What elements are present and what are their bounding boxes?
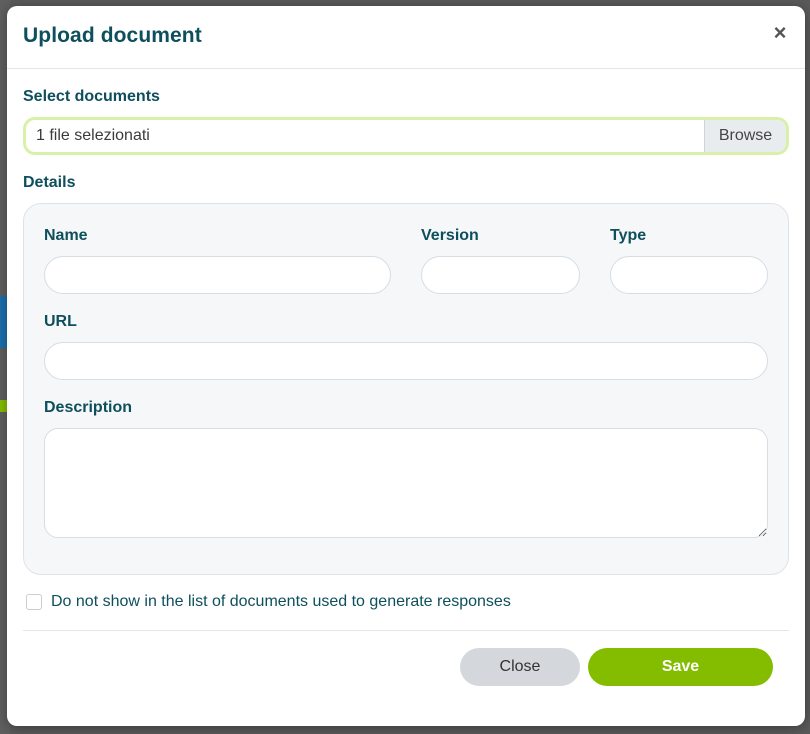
- version-input[interactable]: [421, 256, 580, 294]
- browse-button[interactable]: Browse: [704, 120, 786, 152]
- name-label: Name: [44, 227, 88, 244]
- url-input[interactable]: [44, 342, 768, 380]
- exclude-option-row[interactable]: Do not show in the list of documents use…: [26, 593, 511, 611]
- type-input[interactable]: [610, 256, 768, 294]
- url-label: URL: [44, 313, 77, 330]
- selected-files-text[interactable]: 1 file selezionati: [26, 120, 704, 152]
- description-textarea[interactable]: [44, 428, 768, 538]
- close-icon[interactable]: ×: [769, 22, 791, 44]
- save-button[interactable]: Save: [588, 648, 773, 686]
- select-documents-label: Select documents: [23, 88, 160, 105]
- file-input-group[interactable]: 1 file selezionati Browse: [23, 117, 789, 155]
- close-button[interactable]: Close: [460, 648, 580, 686]
- modal-title: Upload document: [23, 24, 202, 47]
- details-panel: Name Version Type URL Description: [23, 203, 789, 575]
- description-label: Description: [44, 399, 133, 416]
- exclude-checkbox[interactable]: [26, 594, 42, 610]
- modal-header: Upload document ×: [7, 6, 805, 69]
- exclude-checkbox-label[interactable]: Do not show in the list of documents use…: [51, 593, 511, 611]
- upload-document-modal: Upload document × Select documents 1 fil…: [7, 6, 805, 726]
- name-input[interactable]: [44, 256, 391, 294]
- type-label: Type: [610, 227, 647, 244]
- footer-divider: [23, 630, 789, 631]
- version-label: Version: [421, 227, 479, 244]
- details-label: Details: [23, 174, 76, 191]
